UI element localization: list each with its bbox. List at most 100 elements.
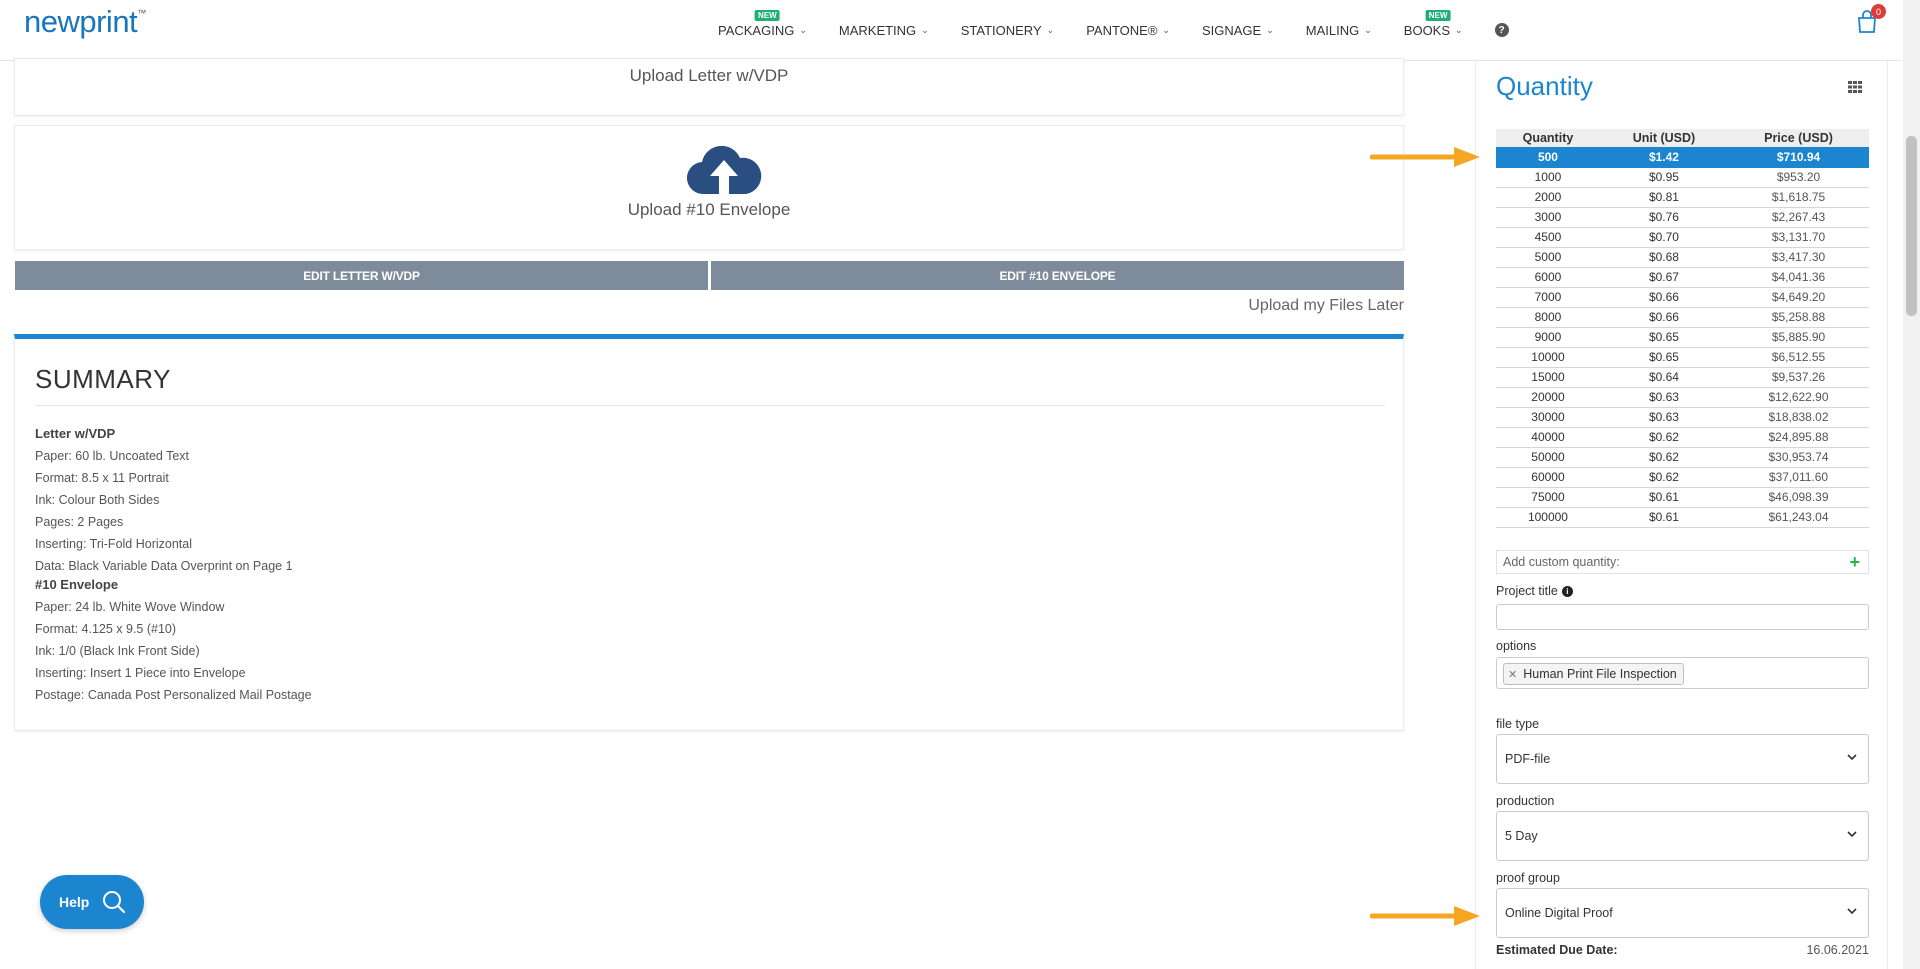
quantity-row[interactable]: 30000 $0.63 $18,838.02 — [1496, 407, 1869, 428]
price-cell: $37,011.60 — [1728, 467, 1869, 488]
quantity-row[interactable]: 2000 $0.81 $1,618.75 — [1496, 187, 1869, 208]
quantity-cell: 60000 — [1496, 467, 1600, 488]
quantity-cell: 100000 — [1496, 507, 1600, 528]
quantity-cell: 500 — [1496, 147, 1600, 168]
nav-pantone[interactable]: PANTONE® ⌄ — [1086, 23, 1170, 38]
quantity-cell: 30000 — [1496, 407, 1600, 428]
unit-cell: $0.61 — [1599, 487, 1729, 508]
price-cell: $5,885.90 — [1728, 327, 1869, 348]
info-icon[interactable]: i — [1561, 586, 1573, 598]
quantity-panel: Quantity Quantity Unit (USD) Price (USD)… — [1475, 61, 1888, 969]
options-multiselect[interactable]: ✕ Human Print File Inspection — [1496, 657, 1869, 689]
quantity-row[interactable]: 5000 $0.68 $3,417.30 — [1496, 247, 1869, 268]
summary-line: Ink: 1/0 (Black Ink Front Side) — [35, 644, 200, 658]
price-table-body: 500 $1.42 $710.94 1000 $0.95 $953.20 2000 $0.81… — [1496, 147, 1869, 528]
quantity-row[interactable]: 75000 $0.61 $46,098.39 — [1496, 487, 1869, 508]
summary-line: Ink: Colour Both Sides — [35, 493, 160, 507]
production-select[interactable]: 5 Day — [1496, 811, 1869, 861]
new-badge: NEW — [755, 9, 780, 21]
quantity-row[interactable]: 15000 $0.64 $9,537.26 — [1496, 367, 1869, 388]
upload-envelope-card[interactable]: Upload #10 Envelope — [14, 125, 1404, 250]
remove-tag-icon[interactable]: ✕ — [1508, 668, 1517, 681]
quantity-row[interactable]: 3000 $0.76 $2,267.43 — [1496, 207, 1869, 228]
help-label: Help — [59, 894, 90, 910]
quantity-row[interactable]: 7000 $0.66 $4,649.20 — [1496, 287, 1869, 308]
quantity-cell: 1000 — [1496, 167, 1600, 188]
unit-cell: $0.62 — [1599, 427, 1729, 448]
unit-cell: $0.61 — [1599, 507, 1729, 528]
quantity-row[interactable]: 50000 $0.62 $30,953.74 — [1496, 447, 1869, 468]
newprint-logo[interactable]: newprint™ — [24, 4, 146, 40]
nav-marketing[interactable]: MARKETING ⌄ — [839, 23, 929, 38]
plus-icon[interactable]: + — [1849, 552, 1860, 573]
quantity-row[interactable]: 4500 $0.70 $3,131.70 — [1496, 227, 1869, 248]
quantity-row[interactable]: 500 $1.42 $710.94 — [1496, 147, 1869, 168]
upload-letter-card[interactable]: Upload Letter w/VDP — [14, 58, 1404, 116]
quantity-row[interactable]: 9000 $0.65 $5,885.90 — [1496, 327, 1869, 348]
quantity-row[interactable]: 20000 $0.63 $12,622.90 — [1496, 387, 1869, 408]
page-scrollbar[interactable] — [1903, 0, 1920, 969]
summary-line: Inserting: Insert 1 Piece into Envelope — [35, 666, 246, 680]
edit-envelope-button[interactable]: EDIT #10 ENVELOPE — [711, 261, 1404, 290]
estimated-due-date: Estimated Due Date: 16.06.2021 — [1496, 943, 1869, 957]
chevron-down-icon: ⌄ — [1364, 24, 1372, 35]
proof-group-select[interactable]: Online Digital Proof — [1496, 888, 1869, 938]
grid-view-icon[interactable] — [1848, 81, 1862, 93]
price-cell: $9,537.26 — [1728, 367, 1869, 388]
quantity-row[interactable]: 60000 $0.62 $37,011.60 — [1496, 467, 1869, 488]
nav-label: PACKAGING — [718, 22, 795, 38]
price-table: Quantity Unit (USD) Price (USD) 500 $1.42… — [1496, 129, 1869, 528]
quantity-cell: 75000 — [1496, 487, 1600, 508]
file-type-select[interactable]: PDF-file — [1496, 734, 1869, 784]
quantity-row[interactable]: 6000 $0.67 $4,041.36 — [1496, 267, 1869, 288]
custom-quantity-input[interactable]: Add custom quantity: + — [1496, 550, 1869, 574]
nav-signage[interactable]: SIGNAGE ⌄ — [1202, 23, 1274, 38]
price-cell: $6,512.55 — [1728, 347, 1869, 368]
quantity-row[interactable]: 40000 $0.62 $24,895.88 — [1496, 427, 1869, 448]
unit-cell: $1.42 — [1599, 147, 1729, 168]
section-title: #10 Envelope — [35, 577, 119, 592]
edit-letter-button[interactable]: EDIT LETTER W/VDP — [15, 261, 708, 290]
quantity-row[interactable]: 100000 $0.61 $61,243.04 — [1496, 507, 1869, 528]
chevron-down-icon: ⌄ — [921, 24, 929, 35]
custom-quantity-placeholder: Add custom quantity: — [1503, 555, 1620, 569]
nav-packaging[interactable]: NEW PACKAGING ⌄ — [718, 9, 807, 38]
col-unit: Unit (USD) — [1599, 129, 1729, 147]
quantity-cell: 9000 — [1496, 327, 1600, 348]
project-title-input[interactable] — [1496, 604, 1869, 630]
quantity-cell: 15000 — [1496, 367, 1600, 388]
unit-cell: $0.66 — [1599, 287, 1729, 308]
quantity-row[interactable]: 1000 $0.95 $953.20 — [1496, 167, 1869, 188]
quantity-cell: 7000 — [1496, 287, 1600, 308]
upload-later-link[interactable]: Upload my Files Later — [1248, 297, 1404, 315]
question-circle-icon: ? — [1494, 23, 1509, 37]
edit-button-row: EDIT LETTER W/VDP EDIT #10 ENVELOPE — [15, 261, 1404, 290]
main-nav: NEW PACKAGING ⌄ MARKETING ⌄ STATIONERY ⌄ PA… — [718, 0, 1541, 60]
help-chat-button[interactable]: Help — [40, 875, 144, 929]
cloud-upload-icon — [687, 146, 762, 195]
quantity-cell: 10000 — [1496, 347, 1600, 368]
chevron-down-icon — [1847, 908, 1857, 915]
nav-label: BOOKS — [1403, 22, 1451, 38]
summary-line: Format: 8.5 x 11 Portrait — [35, 471, 169, 485]
nav-stationery[interactable]: STATIONERY ⌄ — [961, 23, 1054, 38]
project-title-label: Project title i — [1496, 584, 1573, 598]
annotation-arrow-icon — [1370, 906, 1480, 926]
nav-mailing[interactable]: MAILING ⌄ — [1306, 23, 1372, 38]
quantity-row[interactable]: 8000 $0.66 $5,258.88 — [1496, 307, 1869, 328]
quantity-row[interactable]: 10000 $0.65 $6,512.55 — [1496, 347, 1869, 368]
summary-section-letter: Letter w/VDP Paper: 60 lb. Uncoated Text… — [35, 423, 293, 577]
nav-books[interactable]: NEW BOOKS ⌄ — [1403, 9, 1463, 38]
price-table-header: Quantity Unit (USD) Price (USD) — [1496, 129, 1869, 147]
unit-cell: $0.64 — [1599, 367, 1729, 388]
nav-help[interactable]: ? — [1494, 23, 1509, 37]
summary-card: SUMMARY Letter w/VDP Paper: 60 lb. Uncoa… — [14, 334, 1404, 731]
chevron-down-icon — [1847, 831, 1857, 838]
unit-cell: $0.62 — [1599, 467, 1729, 488]
scrollbar-thumb[interactable] — [1906, 136, 1917, 316]
summary-line: Paper: 60 lb. Uncoated Text — [35, 449, 190, 463]
price-cell: $710.94 — [1728, 147, 1869, 168]
price-cell: $3,417.30 — [1728, 247, 1869, 268]
price-cell: $1,618.75 — [1728, 187, 1869, 208]
chevron-down-icon: ⌄ — [1266, 24, 1274, 35]
